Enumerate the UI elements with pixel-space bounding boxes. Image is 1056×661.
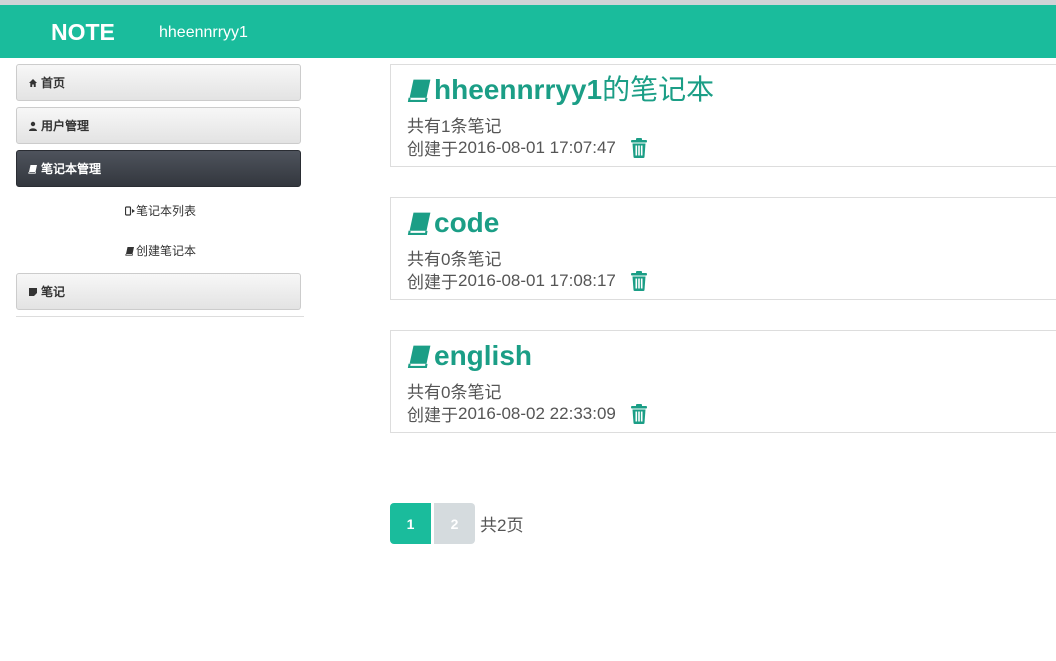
trash-icon[interactable] xyxy=(630,403,648,424)
sidebar-item-home[interactable]: 首页 xyxy=(16,64,301,101)
sidebar-subitem-label: 创建笔记本 xyxy=(136,244,197,258)
book-icon xyxy=(125,246,134,256)
notebook-card: english 共有0条笔记 创建于 2016-08-02 22:33:09 xyxy=(390,330,1056,433)
notebook-card: code 共有0条笔记 创建于 2016-08-01 17:08:17 xyxy=(390,197,1056,300)
sidebar-subitem-notebook-list[interactable]: 笔记本列表 xyxy=(125,202,196,219)
sidebar-item-notes[interactable]: 笔记 xyxy=(16,273,301,310)
notebook-name: hheennrryy1 xyxy=(434,74,603,105)
sidebar-item-notebook-management[interactable]: 笔记本管理 xyxy=(16,150,301,187)
page-total: 共2页 xyxy=(480,516,524,536)
page-button-1[interactable]: 1 xyxy=(390,503,431,544)
notebook-note-count: 共有0条笔记 xyxy=(407,250,502,270)
nav-username[interactable]: hheennrryy1 xyxy=(159,5,248,60)
sticky-note-icon xyxy=(29,287,37,296)
book-icon xyxy=(407,79,431,102)
sidebar-subitem-label: 笔记本列表 xyxy=(136,204,197,218)
brand-logo[interactable]: NOTE xyxy=(51,5,115,60)
notebook-name-suffix: 的笔记本 xyxy=(602,73,715,106)
sidebar-item-label: 用户管理 xyxy=(41,119,90,133)
sidebar-item-label: 笔记本管理 xyxy=(41,162,102,176)
notebook-title-link[interactable]: code xyxy=(407,206,499,240)
trash-icon[interactable] xyxy=(630,270,648,291)
notebook-card: hheennrryy1 的笔记本 共有1条笔记 创建于 2016-08-01 17:… xyxy=(390,64,1056,167)
notebook-name: code xyxy=(434,207,500,238)
book-icon xyxy=(28,164,37,174)
sidebar-subitem-create-notebook[interactable]: 创建笔记本 xyxy=(125,242,196,259)
sign-out-icon xyxy=(125,205,135,216)
notebook-title-link[interactable]: english xyxy=(407,339,532,373)
notebook-created-date: 创建于 2016-08-01 17:07:47 xyxy=(407,135,648,160)
book-icon xyxy=(407,212,431,235)
notebook-note-count: 共有0条笔记 xyxy=(407,383,502,403)
sidebar-item-user-management[interactable]: 用户管理 xyxy=(16,107,301,144)
page-button-2[interactable]: 2 xyxy=(434,503,475,544)
pagination: 1 2 共2页 xyxy=(390,503,523,544)
user-icon xyxy=(29,121,37,131)
notebook-name: english xyxy=(434,340,533,371)
sidebar-item-label: 首页 xyxy=(41,76,66,90)
sidebar-item-label: 笔记 xyxy=(41,285,66,299)
notebook-created-date: 创建于 2016-08-02 22:33:09 xyxy=(407,401,648,426)
navbar: NOTE hheennrryy1 xyxy=(0,5,1056,58)
sidebar-divider xyxy=(16,316,304,317)
home-icon xyxy=(29,78,37,87)
trash-icon[interactable] xyxy=(630,137,648,158)
notebook-title-link[interactable]: hheennrryy1 的笔记本 xyxy=(407,73,714,107)
notebook-note-count: 共有1条笔记 xyxy=(407,117,502,137)
book-icon xyxy=(407,345,431,368)
notebook-created-date: 创建于 2016-08-01 17:08:17 xyxy=(407,268,648,293)
